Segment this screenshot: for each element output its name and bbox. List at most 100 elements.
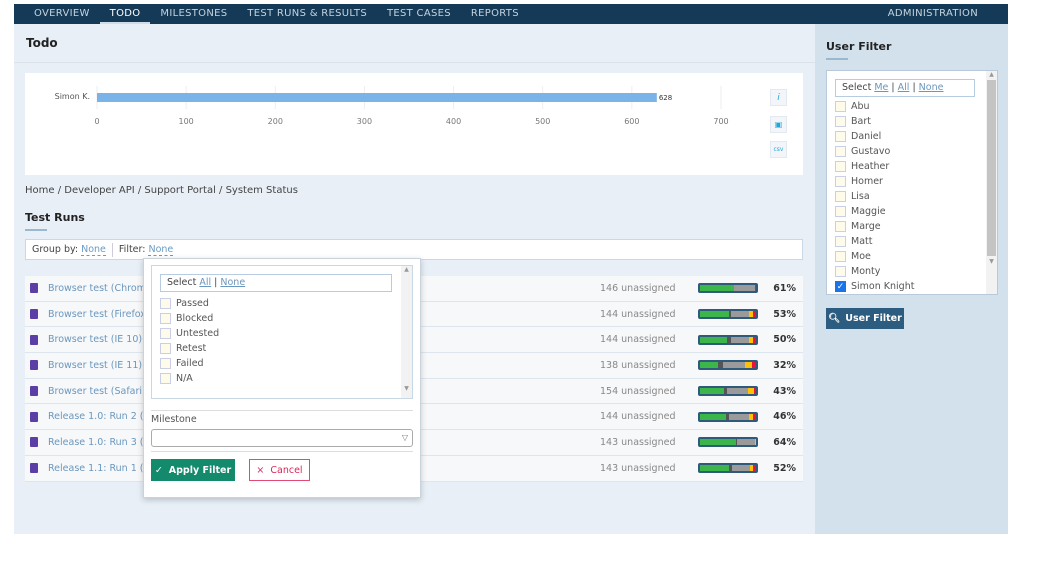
nav-test-runs[interactable]: TEST RUNS & RESULTS — [237, 4, 377, 24]
top-nav: OVERVIEW TODO MILESTONES TEST RUNS & RES… — [14, 4, 1008, 24]
status-checkbox[interactable]: Passed — [160, 296, 412, 311]
progress-segment — [754, 439, 756, 446]
clipboard-icon — [30, 411, 38, 422]
csv-download-icon[interactable]: csv — [770, 141, 787, 158]
unassigned-count: 143 unassigned — [600, 436, 676, 448]
user-checkbox[interactable]: Moe — [835, 249, 997, 264]
select-me-link[interactable]: Me — [874, 82, 888, 93]
status-label: Retest — [176, 343, 207, 354]
status-checkbox[interactable]: Blocked — [160, 311, 412, 326]
checkbox[interactable] — [160, 373, 171, 384]
run-name-link[interactable]: Browser test (IE 11)(8 — [48, 360, 152, 371]
checkbox[interactable]: ✓ — [835, 281, 846, 292]
run-name-link[interactable]: Release 1.0: Run 3 (re — [48, 437, 153, 448]
status-checkbox[interactable]: Untested — [160, 326, 412, 341]
progress-segment — [700, 413, 726, 420]
nav-administration[interactable]: ADMINISTRATION — [878, 4, 988, 24]
scrollbar[interactable]: ▲ ▼ — [401, 266, 412, 398]
progress-segment — [700, 285, 735, 292]
checkbox[interactable] — [835, 146, 846, 157]
select-links: Select Me | All | None — [835, 79, 975, 97]
user-label: Homer — [851, 176, 883, 187]
group-by-link[interactable]: None — [81, 244, 106, 256]
filter-link[interactable]: None — [148, 244, 174, 256]
checkbox[interactable] — [160, 343, 171, 354]
x-tick-label: 600 — [624, 117, 639, 126]
percent-complete: 61% — [773, 282, 796, 294]
user-checkbox[interactable]: Heather — [835, 159, 997, 174]
x-tick-label: 100 — [179, 117, 194, 126]
user-label: Daniel — [851, 131, 882, 142]
user-checkbox[interactable]: Abu — [835, 99, 997, 114]
checkbox[interactable] — [160, 328, 171, 339]
run-name-link[interactable]: Release 1.1: Run 1 (sm — [48, 463, 158, 474]
user-checkbox[interactable]: Homer — [835, 174, 997, 189]
milestone-select[interactable]: ▽ — [151, 429, 413, 447]
check-icon: ✓ — [154, 464, 163, 476]
nav-reports[interactable]: REPORTS — [461, 4, 529, 24]
scrollbar[interactable]: ▲ ▼ — [986, 71, 997, 294]
checkbox[interactable] — [835, 191, 846, 202]
percent-complete: 43% — [773, 385, 796, 397]
user-checkbox[interactable]: Matt — [835, 234, 997, 249]
select-none-link[interactable]: None — [220, 277, 245, 288]
user-checkbox[interactable]: Bart — [835, 114, 997, 129]
x-tick-label: 700 — [713, 117, 728, 126]
user-checkbox[interactable]: Marge — [835, 219, 997, 234]
user-checkbox[interactable]: Lisa — [835, 189, 997, 204]
nav-overview[interactable]: OVERVIEW — [24, 4, 100, 24]
user-checkbox[interactable]: Gustavo — [835, 144, 997, 159]
select-none-link[interactable]: None — [919, 82, 944, 93]
nav-milestones[interactable]: MILESTONES — [150, 4, 237, 24]
user-filter-button[interactable]: 🔍︎ User Filter — [826, 308, 904, 329]
run-name-link[interactable]: Browser test (Firefox — [48, 309, 146, 320]
user-label: Maggie — [851, 206, 886, 217]
apply-filter-button[interactable]: ✓ Apply Filter — [151, 459, 235, 481]
status-checkbox[interactable]: Retest — [160, 341, 412, 356]
percent-complete: 53% — [773, 308, 796, 320]
checkbox[interactable] — [835, 101, 846, 112]
user-checkbox[interactable]: ✓ Simon Knight — [835, 279, 997, 294]
user-label: Simon Knight — [851, 281, 915, 292]
status-checkbox[interactable]: N/A — [160, 371, 412, 386]
run-name-link[interactable]: Browser test (Chrome — [48, 283, 152, 294]
checkbox[interactable] — [835, 116, 846, 127]
progress-segment — [700, 336, 728, 343]
select-all-link[interactable]: All — [898, 82, 910, 93]
select-links: Select All | None — [160, 274, 392, 292]
checkbox[interactable] — [835, 131, 846, 142]
user-checkbox[interactable]: Maggie — [835, 204, 997, 219]
user-filter-panel: User Filter Select Me | All | None Abu Ba… — [815, 24, 1008, 534]
image-download-icon[interactable]: ▣ — [770, 116, 787, 133]
checkbox[interactable] — [160, 298, 171, 309]
run-name-link[interactable]: Release 1.0: Run 2 (ne — [48, 411, 155, 422]
checkbox[interactable] — [835, 236, 846, 247]
user-checkbox[interactable]: Monty — [835, 264, 997, 279]
user-checkbox[interactable]: Daniel — [835, 129, 997, 144]
checkbox[interactable] — [835, 161, 846, 172]
checkbox[interactable] — [835, 251, 846, 262]
test-runs-title: Test Runs — [25, 211, 85, 224]
x-tick-label: 300 — [357, 117, 372, 126]
run-name-link[interactable]: Browser test (Safari)( — [48, 386, 149, 397]
status-checkbox[interactable]: Failed — [160, 356, 412, 371]
checkbox[interactable] — [835, 266, 846, 277]
percent-complete: 46% — [773, 411, 796, 423]
info-icon[interactable]: i — [770, 89, 787, 106]
checkbox[interactable] — [160, 358, 171, 369]
checkbox[interactable] — [835, 176, 846, 187]
x-tick-label: 500 — [535, 117, 550, 126]
cancel-button[interactable]: × Cancel — [249, 459, 310, 481]
nav-todo[interactable]: TODO — [99, 4, 151, 24]
user-label: Lisa — [851, 191, 870, 202]
checkbox[interactable] — [835, 206, 846, 217]
progress-bar — [698, 437, 758, 448]
select-all-link[interactable]: All — [199, 277, 211, 288]
checkbox[interactable] — [835, 221, 846, 232]
clipboard-icon — [30, 437, 38, 448]
checkbox[interactable] — [160, 313, 171, 324]
run-name-link[interactable]: Browser test (IE 10)(7 — [48, 334, 152, 345]
status-label: Passed — [176, 298, 209, 309]
nav-test-cases[interactable]: TEST CASES — [377, 4, 461, 24]
user-label: Monty — [851, 266, 881, 277]
